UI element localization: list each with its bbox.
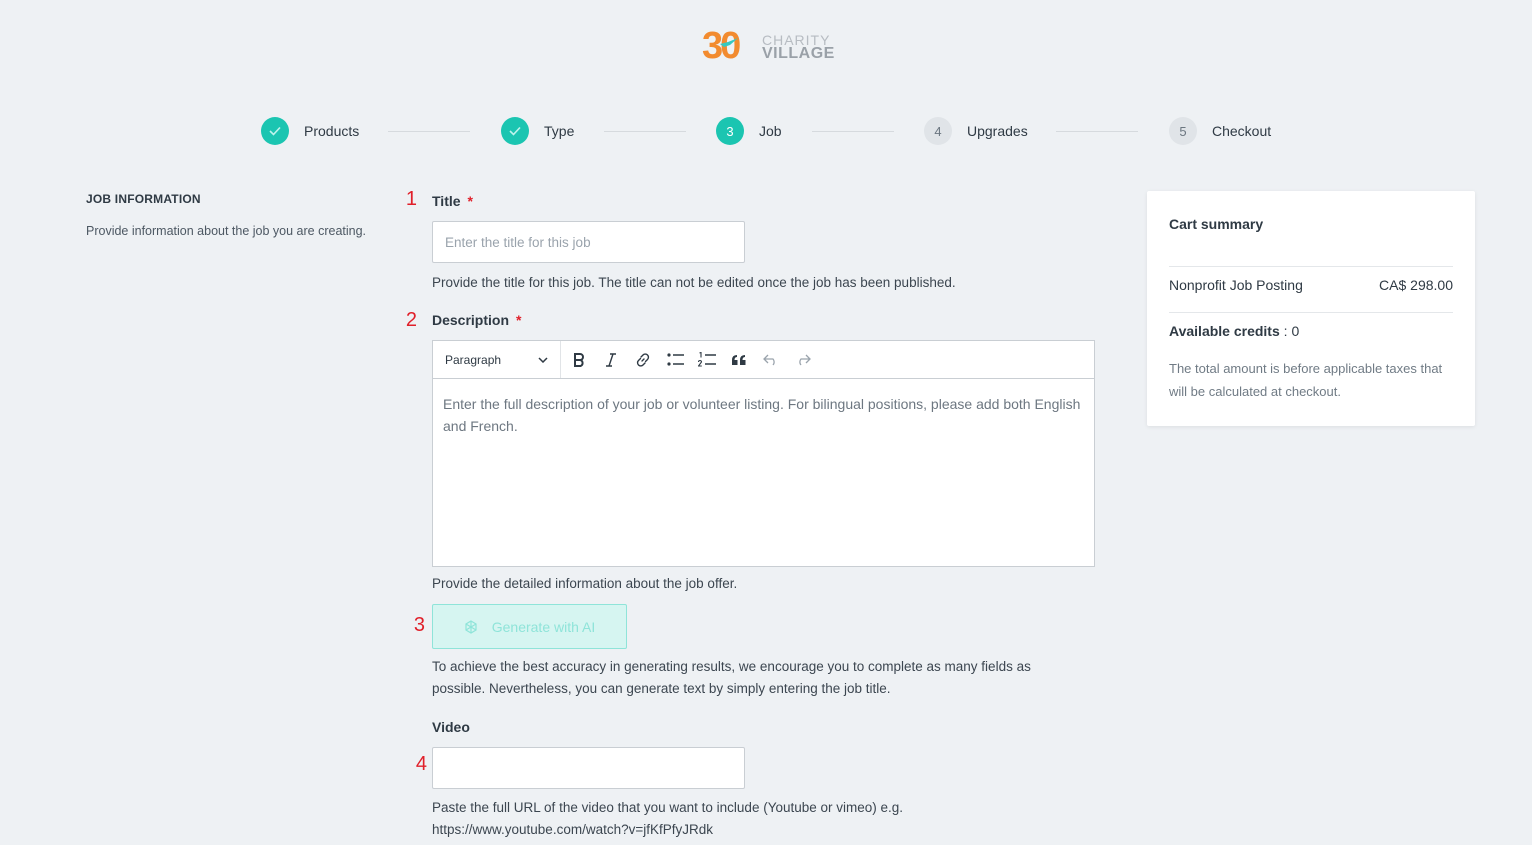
description-placeholder: Enter the full description of your job o…: [443, 396, 1081, 434]
quote-button[interactable]: [723, 341, 755, 378]
bulleted-list-button[interactable]: [659, 341, 691, 378]
editor-toolbar: Paragraph: [433, 341, 1094, 379]
cart-line-item: Nonprofit Job Posting CA$ 298.00: [1169, 277, 1453, 293]
step-connector: [388, 131, 470, 132]
step-label: Job: [759, 123, 782, 139]
redo-icon: [799, 354, 811, 365]
title-label-text: Title: [432, 193, 461, 209]
title-input[interactable]: Enter the title for this job: [432, 221, 745, 263]
annotation-number: 2: [405, 309, 417, 331]
step-upgrades[interactable]: 4 Upgrades: [924, 116, 1028, 146]
step-marker-upgrades: 4: [924, 117, 952, 145]
numbered-list-icon: [698, 352, 716, 367]
description-editor: Paragraph Enter the full description of …: [432, 340, 1095, 567]
credits-separator: :: [1279, 323, 1292, 339]
chevron-down-icon: [538, 356, 548, 363]
divider: [1169, 266, 1453, 267]
description-label-text: Description: [432, 312, 510, 328]
annotation-number: 1: [405, 188, 417, 210]
numbered-list-button[interactable]: [691, 341, 723, 378]
step-marker-type: [501, 117, 529, 145]
step-marker-job: 3: [716, 117, 744, 145]
block-format-select[interactable]: Paragraph: [433, 341, 561, 378]
title-hint: Provide the title for this job. The titl…: [432, 275, 956, 290]
description-label: Description *: [432, 312, 521, 328]
video-hint: Paste the full URL of the video that you…: [432, 797, 903, 841]
redo-button[interactable]: [787, 341, 819, 378]
quote-icon: [732, 354, 746, 365]
title-input-placeholder: Enter the title for this job: [445, 234, 591, 250]
ai-sparkle-icon: [464, 619, 478, 634]
cart-summary-card: Cart summary Nonprofit Job Posting CA$ 2…: [1147, 191, 1475, 426]
generate-with-ai-button[interactable]: Generate with AI: [432, 604, 627, 649]
credits-label: Available credits: [1169, 323, 1280, 339]
job-information-section: JOB INFORMATION Provide information abou…: [86, 192, 386, 238]
check-icon: [269, 126, 281, 136]
available-credits: Available credits : 0: [1169, 323, 1299, 339]
credits-value: 0: [1291, 323, 1300, 339]
step-connector: [604, 131, 686, 132]
video-label: Video: [432, 719, 470, 735]
undo-icon: [763, 354, 775, 365]
cart-tax-note: The total amount is before applicable ta…: [1169, 361, 1443, 399]
link-icon: [636, 352, 650, 367]
bold-icon: [574, 352, 584, 367]
step-job[interactable]: 3 Job: [716, 116, 782, 146]
description-hint: Provide the detailed information about t…: [432, 576, 738, 591]
step-connector: [1056, 131, 1138, 132]
step-label: Products: [304, 123, 360, 139]
ai-hint: To achieve the best accuracy in generati…: [432, 659, 1031, 696]
step-label: Type: [544, 123, 575, 139]
description-textarea[interactable]: Enter the full description of your job o…: [433, 379, 1094, 451]
charity-village-logo[interactable]: 30 CHARITY VILLAGE: [702, 24, 835, 68]
bold-button[interactable]: [563, 341, 595, 378]
cart-item-price: CA$ 298.00: [1379, 277, 1453, 293]
link-button[interactable]: [627, 341, 659, 378]
step-type[interactable]: Type: [501, 116, 574, 146]
required-marker: *: [516, 312, 522, 328]
step-label: Upgrades: [967, 123, 1028, 139]
cart-summary-title: Cart summary: [1169, 216, 1264, 232]
italic-icon: [606, 352, 616, 367]
generate-with-ai-label: Generate with AI: [491, 618, 596, 635]
video-url-input[interactable]: [432, 747, 745, 789]
annotation-number: 4: [415, 753, 427, 775]
step-checkout[interactable]: 5 Checkout: [1169, 116, 1271, 146]
italic-button[interactable]: [595, 341, 627, 378]
logo-bird-icon: [720, 38, 738, 47]
cart-item-name: Nonprofit Job Posting: [1169, 277, 1303, 293]
section-heading: JOB INFORMATION: [86, 192, 201, 206]
step-products[interactable]: Products: [261, 116, 359, 146]
step-label: Checkout: [1212, 123, 1272, 139]
step-marker-products: [261, 117, 289, 145]
check-icon: [509, 126, 521, 136]
video-hint-text: Paste the full URL of the video that you…: [432, 800, 904, 815]
bulleted-list-icon: [666, 353, 684, 366]
section-description: Provide information about the job you ar…: [86, 224, 367, 238]
title-label: Title *: [432, 193, 473, 209]
step-marker-checkout: 5: [1169, 117, 1197, 145]
step-connector: [812, 131, 894, 132]
undo-button[interactable]: [755, 341, 787, 378]
logo-text-village: VILLAGE: [762, 45, 835, 62]
divider: [1169, 312, 1453, 313]
annotation-number: 3: [413, 614, 425, 636]
video-hint-example: https://www.youtube.com/watch?v=jfKfPfyJ…: [432, 822, 713, 837]
block-format-value: Paragraph: [445, 352, 502, 367]
required-marker: *: [467, 193, 473, 209]
